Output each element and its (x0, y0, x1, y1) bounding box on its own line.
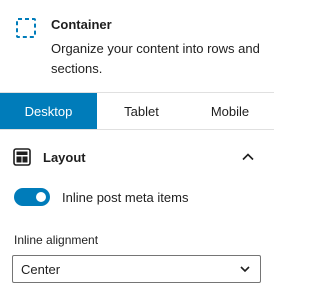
block-card: Container Organize your content into row… (0, 0, 274, 92)
toggle-label: Inline post meta items (62, 189, 189, 205)
dashed-square-icon (14, 16, 38, 40)
chevron-up-icon[interactable] (240, 149, 256, 165)
inline-post-meta-toggle[interactable] (14, 188, 50, 206)
block-description: Organize your content into rows and sect… (51, 41, 260, 76)
layout-panel-title: Layout (43, 150, 86, 165)
inline-alignment-select[interactable]: Center (12, 255, 261, 283)
layout-icon (12, 147, 32, 167)
inline-post-meta-toggle-row: Inline post meta items (14, 187, 188, 207)
inline-alignment-label: Inline alignment (14, 233, 99, 247)
layout-panel-header[interactable]: Layout (0, 131, 274, 183)
block-title: Container (51, 17, 112, 32)
block-settings-panel: Container Organize your content into row… (0, 0, 274, 303)
inline-alignment-value: Center (21, 262, 61, 277)
chevron-down-icon (238, 262, 252, 276)
device-tabs: Desktop Tablet Mobile (0, 92, 274, 130)
tab-tablet[interactable]: Tablet (97, 93, 186, 129)
tab-desktop[interactable]: Desktop (0, 93, 97, 129)
tab-mobile[interactable]: Mobile (186, 93, 274, 129)
toggle-knob (36, 192, 46, 202)
